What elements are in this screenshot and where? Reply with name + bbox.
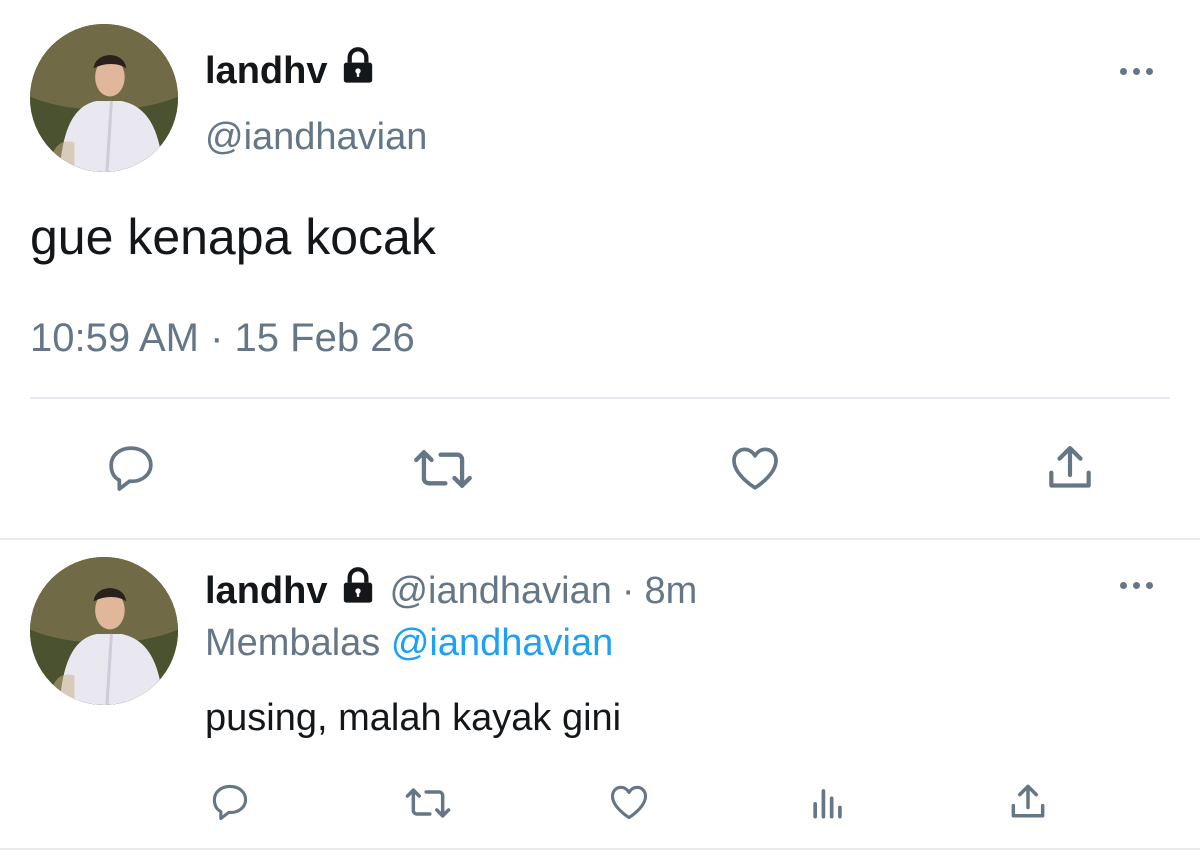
display-name[interactable]: landhv (205, 46, 379, 96)
more-options-icon[interactable] (1120, 582, 1153, 589)
handle[interactable]: @iandhavian (389, 570, 611, 613)
share-icon[interactable] (1006, 780, 1050, 824)
divider (30, 397, 1170, 399)
separator: · (621, 569, 635, 612)
replying-to: Membalas @iandhavian (205, 622, 613, 665)
display-name[interactable]: landhv (205, 570, 327, 613)
reply-icon[interactable] (208, 780, 252, 824)
divider (0, 848, 1200, 850)
lock-icon (337, 46, 379, 96)
replying-prefix: Membalas (205, 622, 381, 664)
reply-header: landhv @iandhavian · 8m (205, 566, 697, 616)
reply-icon[interactable] (103, 440, 159, 496)
lock-icon (337, 566, 379, 616)
tweet-text: gue kenapa kocak (30, 209, 436, 265)
retweet-icon[interactable] (412, 440, 474, 498)
timestamp[interactable]: 10:59 AM · 15 Feb 26 (30, 316, 415, 361)
avatar-photo (30, 557, 178, 705)
reply-text: pusing, malah kayak gini (205, 697, 622, 739)
share-icon[interactable] (1042, 440, 1098, 496)
display-name-text[interactable]: landhv (205, 50, 327, 93)
divider (0, 538, 1200, 540)
retweet-icon[interactable] (403, 781, 453, 825)
avatar-photo (30, 24, 178, 172)
analytics-icon[interactable] (806, 780, 850, 824)
like-icon[interactable] (726, 440, 784, 496)
handle[interactable]: @iandhavian (205, 116, 427, 159)
replying-to-link[interactable]: @iandhavian (391, 622, 613, 664)
avatar[interactable] (30, 557, 178, 705)
time-ago[interactable]: 8m (645, 570, 698, 613)
like-icon[interactable] (606, 780, 652, 824)
more-options-icon[interactable] (1120, 68, 1153, 75)
avatar[interactable] (30, 24, 178, 172)
